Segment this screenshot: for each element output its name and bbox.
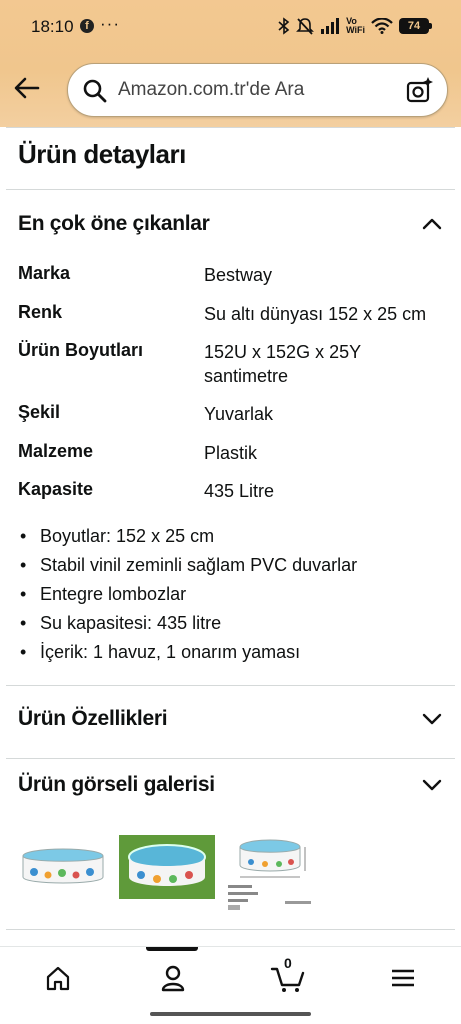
bullet-item: Su kapasitesi: 435 litre bbox=[20, 609, 357, 638]
nav-cart[interactable]: 0 bbox=[268, 955, 308, 995]
cart-count-badge: 0 bbox=[284, 955, 292, 971]
more-notifications-icon: ··· bbox=[100, 14, 120, 33]
facebook-notification-icon: f bbox=[80, 19, 94, 33]
spec-value: 435 Litre bbox=[204, 481, 275, 501]
divider bbox=[6, 929, 455, 930]
gallery-thumbnail-1[interactable] bbox=[20, 847, 106, 889]
bluetooth-icon bbox=[278, 17, 290, 35]
gallery-thumbnail-2[interactable] bbox=[119, 835, 215, 899]
bullet-item: Stabil vinil zeminli sağlam PVC duvarlar bbox=[20, 551, 357, 580]
status-icons: Vo WiFi 74 bbox=[278, 15, 432, 37]
divider bbox=[6, 127, 455, 128]
signal-icon bbox=[321, 18, 340, 34]
back-button[interactable] bbox=[12, 73, 44, 105]
features-title: Ürün Özellikleri bbox=[18, 707, 168, 730]
bullet-item: Entegre lombozlar bbox=[20, 580, 357, 609]
bullet-item: İçerik: 1 havuz, 1 onarım yaması bbox=[20, 638, 357, 667]
page-title: Ürün detayları bbox=[18, 139, 186, 169]
camera-search-icon[interactable] bbox=[405, 75, 435, 105]
spec-value: Yuvarlak bbox=[204, 404, 274, 424]
app-header: 18:10 f ··· Vo WiFi 74 Amazon.com.tr'de … bbox=[0, 0, 461, 127]
spec-key: Ürün Boyutları bbox=[18, 340, 144, 360]
volte-wifi-label: Vo WiFi bbox=[346, 17, 365, 35]
spec-key: Marka bbox=[18, 263, 71, 283]
gallery-title: Ürün görseli galerisi bbox=[18, 773, 215, 796]
chevron-up-icon[interactable] bbox=[421, 213, 443, 235]
active-tab-indicator bbox=[146, 947, 198, 951]
search-icon bbox=[83, 79, 107, 103]
wifi-icon bbox=[371, 18, 393, 34]
chevron-down-icon[interactable] bbox=[421, 774, 443, 796]
status-bar: 18:10 f ··· Vo WiFi 74 bbox=[0, 0, 461, 52]
wifi-label: WiFi bbox=[346, 25, 365, 35]
battery-indicator: 74 bbox=[399, 18, 432, 34]
system-home-indicator[interactable] bbox=[150, 1012, 311, 1016]
bullet-item: Boyutlar: 152 x 25 cm bbox=[20, 522, 357, 551]
nav-menu[interactable] bbox=[383, 961, 423, 995]
highlights-bullet-list: Boyutlar: 152 x 25 cm Stabil vinil zemin… bbox=[20, 522, 357, 667]
person-icon bbox=[161, 965, 185, 992]
divider bbox=[6, 685, 455, 686]
spec-key: Kapasite bbox=[18, 479, 94, 499]
home-icon bbox=[46, 966, 70, 991]
arrow-left-icon bbox=[14, 77, 40, 99]
spec-key: Renk bbox=[18, 302, 63, 322]
spec-value: Bestway bbox=[204, 265, 273, 285]
gallery-thumbnail-3[interactable] bbox=[225, 837, 315, 913]
highlights-title: En çok öne çıkanlar bbox=[18, 212, 210, 235]
search-input[interactable]: Amazon.com.tr'de Ara bbox=[67, 63, 448, 117]
spec-value: Su altı dünyası 152 x 25 cm bbox=[204, 304, 427, 324]
spec-value: 152U x 152G x 25Y santimetre bbox=[204, 342, 361, 386]
nav-account[interactable] bbox=[153, 961, 193, 995]
mute-icon bbox=[296, 18, 315, 35]
nav-home[interactable] bbox=[38, 961, 78, 995]
chevron-down-icon[interactable] bbox=[421, 708, 443, 730]
divider bbox=[6, 758, 455, 759]
status-time: 18:10 bbox=[31, 17, 74, 36]
divider bbox=[6, 189, 455, 190]
spec-value: Plastik bbox=[204, 443, 258, 463]
spec-key: Malzeme bbox=[18, 441, 94, 461]
spec-key: Şekil bbox=[18, 402, 61, 422]
hamburger-menu-icon bbox=[392, 969, 414, 987]
search-placeholder: Amazon.com.tr'de Ara bbox=[118, 79, 305, 100]
